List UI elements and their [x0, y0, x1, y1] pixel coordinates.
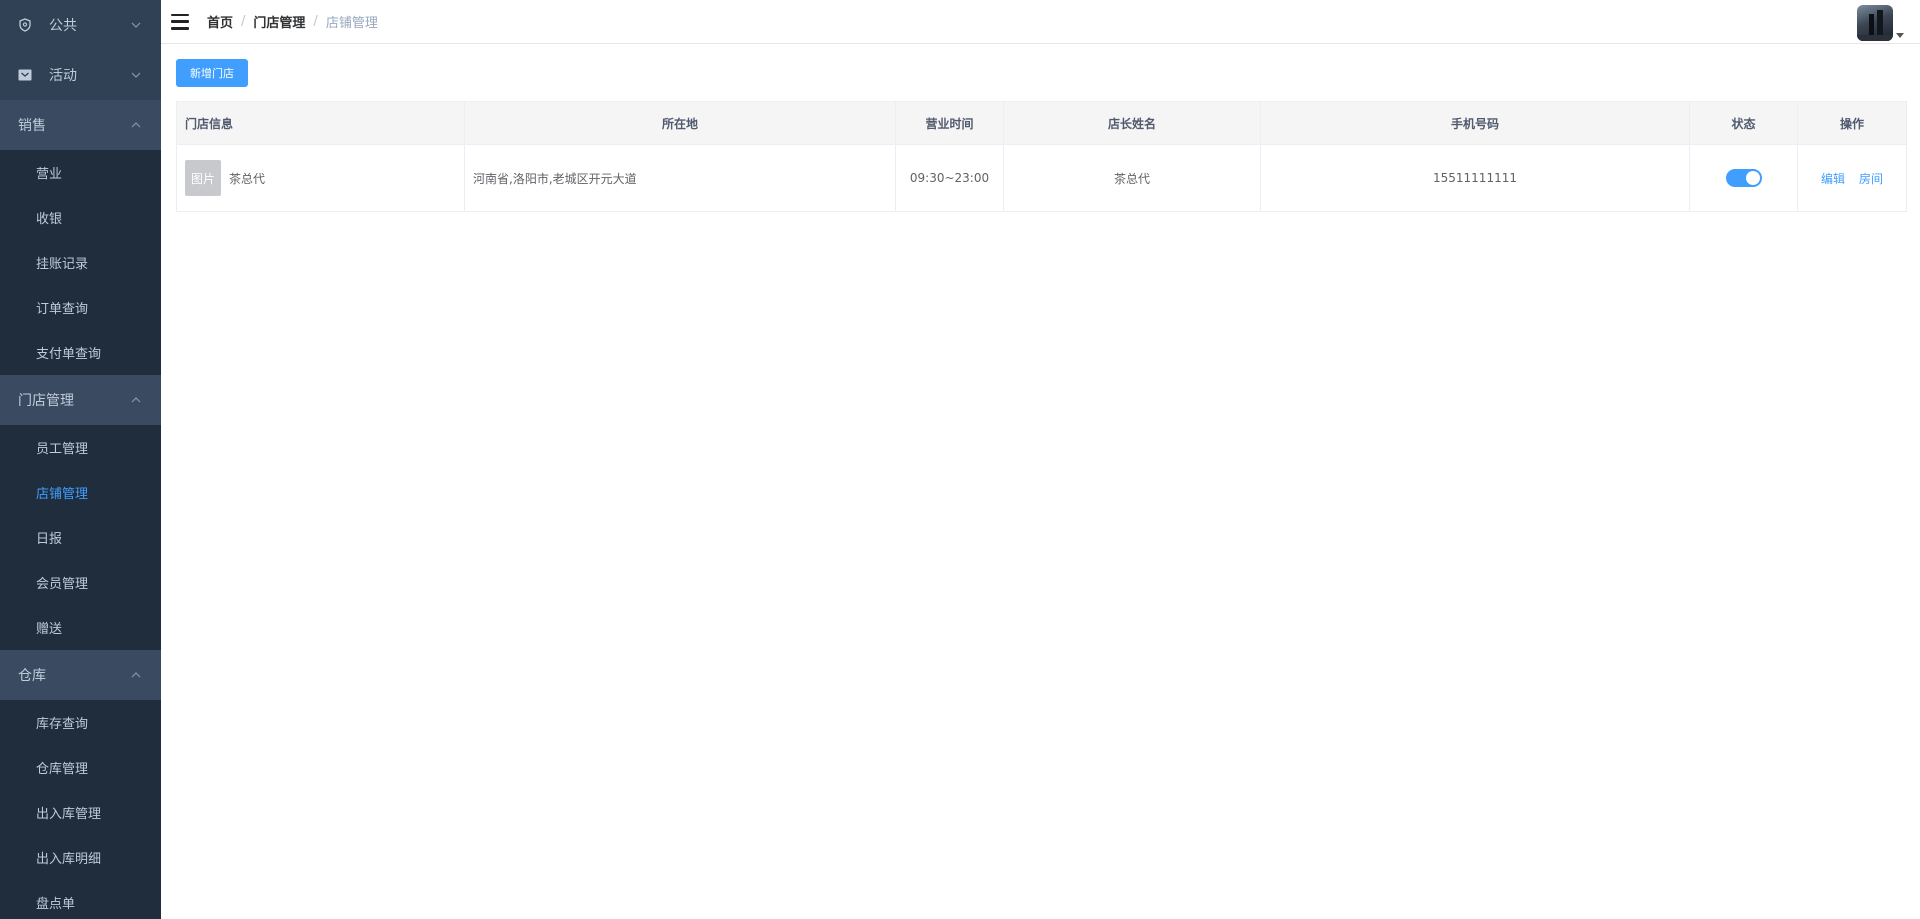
chevron-up-icon	[131, 122, 141, 128]
breadcrumb: 首页 / 门店管理 / 店铺管理	[207, 12, 378, 31]
user-menu[interactable]	[1857, 5, 1904, 41]
sidebar-group-label: 销售	[18, 118, 46, 134]
chevron-down-icon	[131, 22, 141, 28]
sidebar-item-order-query[interactable]: 订单查询	[0, 285, 161, 330]
table-header-row: 门店信息 所在地 营业时间 店长姓名 手机号码 状态 操作	[176, 101, 1907, 145]
avatar[interactable]	[1857, 5, 1893, 41]
chevron-up-icon	[131, 672, 141, 678]
top-navbar: 首页 / 门店管理 / 店铺管理	[161, 0, 1920, 44]
column-header-phone: 手机号码	[1260, 101, 1690, 145]
cell-actions: 编辑 房间	[1797, 144, 1907, 212]
room-link[interactable]: 房间	[1859, 172, 1883, 186]
sidebar-item-stocktake[interactable]: 盘点单	[0, 880, 161, 919]
cell-store-info: 图片 茶总代	[176, 144, 465, 212]
column-header-status: 状态	[1689, 101, 1798, 145]
sidebar-item-warehouse-management[interactable]: 仓库管理	[0, 745, 161, 790]
table-row: 图片 茶总代 河南省,洛阳市,老城区开元大道 09:30~23:00 茶总代 1…	[176, 144, 1907, 212]
ticket-icon	[18, 68, 32, 82]
column-header-store-info: 门店信息	[176, 101, 465, 145]
add-store-button[interactable]: 新增门店	[176, 59, 248, 87]
main-content: 新增门店 门店信息 所在地 营业时间 店长姓名 手机号码 状态 操作 图片 茶总…	[161, 44, 1920, 919]
breadcrumb-current: 店铺管理	[325, 16, 378, 31]
cell-status	[1689, 144, 1798, 212]
store-table: 门店信息 所在地 营业时间 店长姓名 手机号码 状态 操作 图片 茶总代 河南省…	[176, 101, 1907, 212]
breadcrumb-store-management[interactable]: 门店管理	[253, 12, 305, 31]
store-name: 茶总代	[229, 171, 266, 186]
sidebar: 公共 活动 销售 营业 收银 挂账记录 订单查询 支付单查询 门店管理 员工管理…	[0, 0, 161, 919]
column-header-location: 所在地	[464, 101, 896, 145]
sidebar-item-shop-management[interactable]: 店铺管理	[0, 470, 161, 515]
sidebar-item-daily-report[interactable]: 日报	[0, 515, 161, 560]
chevron-up-icon	[131, 397, 141, 403]
sidebar-group-warehouse[interactable]: 仓库	[0, 650, 161, 700]
cell-manager: 茶总代	[1003, 144, 1261, 212]
hamburger-menu-icon[interactable]	[171, 13, 189, 30]
cell-hours: 09:30~23:00	[895, 144, 1004, 212]
sidebar-group-label: 公共	[49, 18, 77, 34]
breadcrumb-separator: /	[241, 14, 246, 29]
column-header-manager: 店长姓名	[1003, 101, 1261, 145]
sidebar-item-staff[interactable]: 员工管理	[0, 425, 161, 470]
status-toggle[interactable]	[1725, 169, 1762, 187]
cell-phone: 15511111111	[1260, 144, 1690, 212]
sidebar-item-cashier[interactable]: 收银	[0, 195, 161, 240]
column-header-actions: 操作	[1797, 101, 1907, 145]
breadcrumb-separator: /	[313, 14, 318, 29]
breadcrumb-home[interactable]: 首页	[207, 12, 233, 31]
sidebar-item-business[interactable]: 营业	[0, 150, 161, 195]
sidebar-group-label: 活动	[49, 68, 77, 84]
sidebar-group-sales[interactable]: 销售	[0, 100, 161, 150]
sidebar-item-members[interactable]: 会员管理	[0, 560, 161, 605]
edit-link[interactable]: 编辑	[1821, 172, 1845, 186]
sidebar-item-payment-query[interactable]: 支付单查询	[0, 330, 161, 375]
store-image-placeholder: 图片	[185, 160, 221, 196]
sidebar-item-credit-records[interactable]: 挂账记录	[0, 240, 161, 285]
sidebar-group-public[interactable]: 公共	[0, 0, 161, 50]
sidebar-item-gifts[interactable]: 赠送	[0, 605, 161, 650]
sidebar-group-store-management[interactable]: 门店管理	[0, 375, 161, 425]
submenu-warehouse: 库存查询 仓库管理 出入库管理 出入库明细 盘点单	[0, 700, 161, 919]
caret-down-icon[interactable]	[1896, 33, 1904, 38]
sidebar-item-inventory-query[interactable]: 库存查询	[0, 700, 161, 745]
shield-icon	[18, 18, 32, 32]
sidebar-group-activity[interactable]: 活动	[0, 50, 161, 100]
column-header-hours: 营业时间	[895, 101, 1004, 145]
chevron-down-icon	[131, 72, 141, 78]
cell-location: 河南省,洛阳市,老城区开元大道	[464, 144, 896, 212]
sidebar-group-label: 门店管理	[18, 393, 74, 409]
sidebar-item-stock-details[interactable]: 出入库明细	[0, 835, 161, 880]
submenu-sales: 营业 收银 挂账记录 订单查询 支付单查询	[0, 150, 161, 375]
sidebar-group-label: 仓库	[18, 668, 46, 684]
submenu-store-management: 员工管理 店铺管理 日报 会员管理 赠送	[0, 425, 161, 650]
sidebar-item-stock-in-out[interactable]: 出入库管理	[0, 790, 161, 835]
